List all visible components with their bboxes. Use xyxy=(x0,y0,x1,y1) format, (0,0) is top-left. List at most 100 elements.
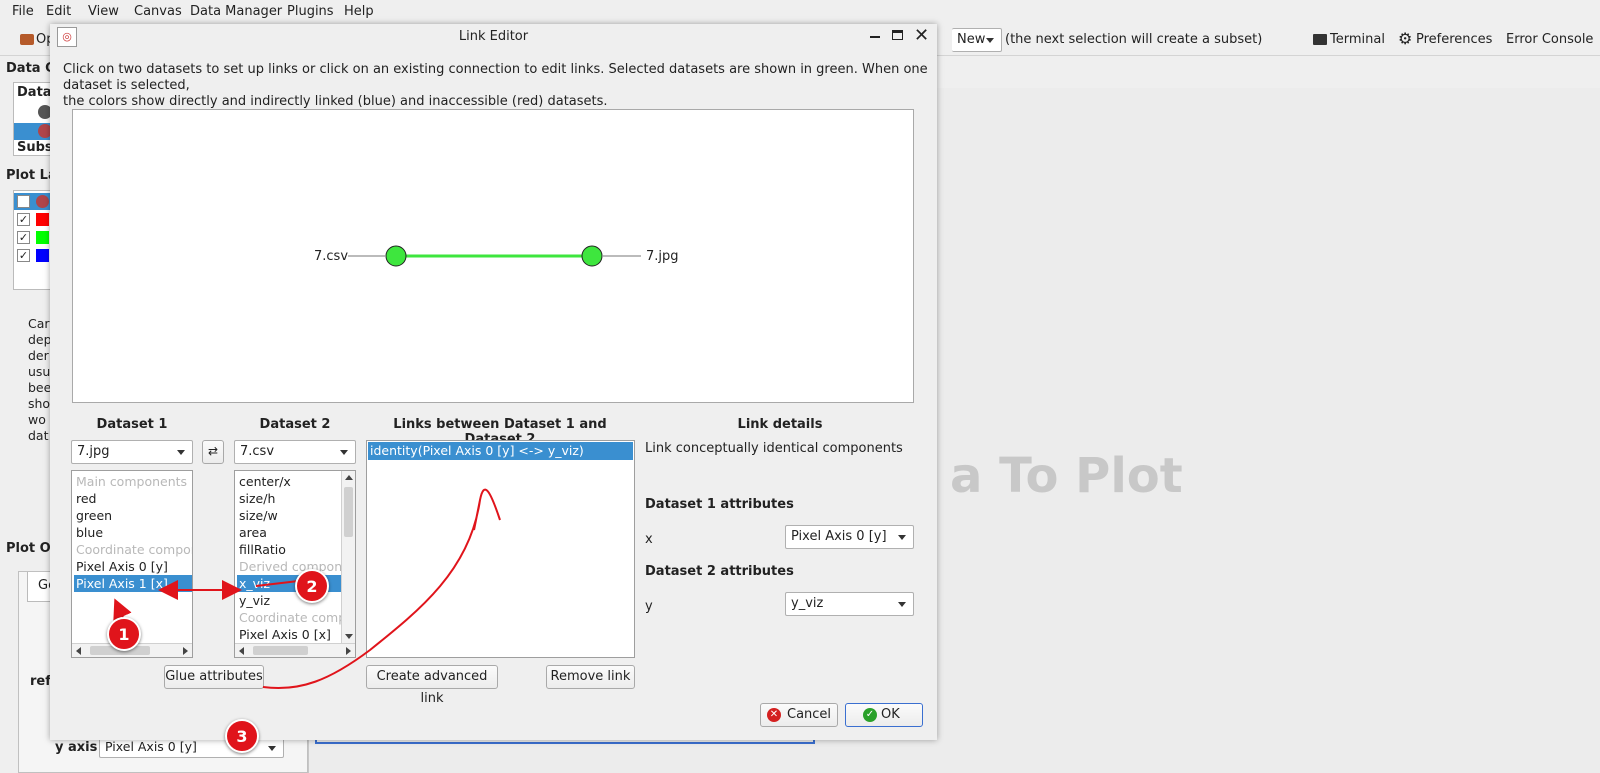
graph-node-jpg xyxy=(581,245,603,267)
layer-checkbox[interactable]: ✓ xyxy=(17,231,30,244)
dataset2-combo-value: 7.csv xyxy=(240,444,275,459)
scroll-thumb[interactable] xyxy=(253,646,308,655)
link-details-header: Link details xyxy=(737,417,823,432)
dataset1-attributes-header: Dataset 1 attributes xyxy=(645,497,794,512)
error-console-button[interactable]: Error Console xyxy=(1506,32,1593,47)
dialog-title: Link Editor xyxy=(458,29,529,44)
list-item[interactable]: fillRatio xyxy=(237,541,341,558)
app-logo-icon: ◎ xyxy=(57,27,77,47)
link-description: Link conceptually identical components xyxy=(645,441,903,456)
ok-check-icon: ✓ xyxy=(863,708,877,722)
list-item-selected[interactable]: Pixel Axis 1 [x] xyxy=(74,575,192,592)
menu-plugins[interactable]: Plugins xyxy=(287,4,334,19)
list-item[interactable]: Pixel Axis 0 [x] xyxy=(237,626,341,643)
list-item[interactable]: size/w xyxy=(237,507,341,524)
swap-datasets-button[interactable]: ⇄ xyxy=(202,440,224,464)
dataset2-attribute-combo[interactable]: y_viz xyxy=(785,592,914,616)
scroll-left-icon[interactable] xyxy=(239,647,244,655)
preferences-button[interactable]: Preferences xyxy=(1416,32,1492,47)
ref-label: ref xyxy=(30,674,51,689)
graph-canvas xyxy=(348,245,641,267)
y-axis-value: Pixel Axis 0 [y] xyxy=(105,739,197,754)
layer-color-icon xyxy=(36,231,49,244)
list-item[interactable]: area xyxy=(237,524,341,541)
dataset1-attribute-name: x xyxy=(645,532,653,547)
layer-checkbox[interactable]: ✓ xyxy=(17,213,30,226)
y-axis-label: y axis xyxy=(55,740,98,755)
menu-help[interactable]: Help xyxy=(344,4,374,19)
list-item[interactable]: Pixel Axis 0 [y] xyxy=(74,558,192,575)
maximize-icon[interactable] xyxy=(892,30,903,40)
selection-mode-value: New xyxy=(957,32,986,47)
dataset-graph[interactable]: 7.csv 7.jpg xyxy=(72,109,914,403)
layer-checkbox[interactable] xyxy=(17,195,30,208)
layer-color-icon xyxy=(36,195,49,208)
plot-layers-list: ✓ ✓ ✓ xyxy=(13,190,54,290)
selection-mode-hint: (the next selection will create a subset… xyxy=(1005,32,1263,47)
dataset2-combo[interactable]: 7.csv xyxy=(234,440,356,464)
chevron-down-icon xyxy=(340,450,348,455)
close-icon[interactable]: ✕ xyxy=(914,25,929,47)
scroll-up-icon[interactable] xyxy=(345,475,353,480)
dialog-titlebar: Link Editor xyxy=(50,24,937,50)
ok-label: OK xyxy=(881,707,900,722)
graph-label-right: 7.jpg xyxy=(646,249,679,264)
selection-mode-combo[interactable]: New xyxy=(952,28,1002,52)
dataset1-attribute-value: Pixel Axis 0 [y] xyxy=(791,529,887,544)
list-item[interactable]: blue xyxy=(74,524,192,541)
chevron-down-icon xyxy=(177,450,185,455)
scroll-down-icon[interactable] xyxy=(345,634,353,639)
links-list[interactable]: identity(Pixel Axis 0 [y] <-> y_viz) xyxy=(366,440,635,658)
list-item[interactable]: red xyxy=(74,490,192,507)
gear-icon: ⚙ xyxy=(1398,29,1413,48)
menu-canvas[interactable]: Canvas xyxy=(134,4,182,19)
layer-checkbox[interactable]: ✓ xyxy=(17,249,30,262)
list-item[interactable]: green xyxy=(74,507,192,524)
dataset1-attribute-combo[interactable]: Pixel Axis 0 [y] xyxy=(785,525,914,549)
terminal-button[interactable]: Terminal xyxy=(1330,32,1385,47)
data-collection-list: Data Subse xyxy=(13,82,61,156)
annotation-badge-2: 2 xyxy=(295,569,329,603)
list-item[interactable]: center/x xyxy=(237,473,341,490)
list-item: Derived compone xyxy=(239,559,350,574)
dataset2-attributes-header: Dataset 2 attributes xyxy=(645,564,794,579)
dataset1-combo[interactable]: 7.jpg xyxy=(71,440,193,464)
layer-help-text: Car dep der usu bee sho wo dat xyxy=(28,316,52,443)
cancel-icon: ✕ xyxy=(767,708,781,722)
menu-view[interactable]: View xyxy=(88,4,119,19)
chevron-down-icon xyxy=(268,746,276,751)
layer-color-icon xyxy=(36,213,49,226)
vertical-scrollbar[interactable] xyxy=(341,471,355,643)
annotation-badge-3: 3 xyxy=(225,719,259,753)
dataset1-combo-value: 7.jpg xyxy=(77,444,110,459)
menu-data-manager[interactable]: Data Manager xyxy=(190,4,282,19)
glue-attributes-button[interactable]: Glue attributes xyxy=(164,665,264,689)
link-item-selected[interactable]: identity(Pixel Axis 0 [y] <-> y_viz) xyxy=(368,442,633,460)
dataset2-attribute-name: y xyxy=(645,599,653,614)
folder-icon xyxy=(20,34,34,45)
cancel-label: Cancel xyxy=(787,707,832,722)
scroll-left-icon[interactable] xyxy=(76,647,81,655)
annotation-badge-1: 1 xyxy=(107,617,141,651)
dataset2-attribute-list[interactable]: center/x size/h size/w area fillRatio De… xyxy=(234,470,356,658)
scroll-thumb[interactable] xyxy=(344,487,353,537)
graph-label-left: 7.csv xyxy=(314,249,349,264)
list-item[interactable]: size/h xyxy=(237,490,341,507)
ok-button[interactable]: ✓ OK xyxy=(845,703,923,727)
menu-edit[interactable]: Edit xyxy=(46,4,71,19)
minimize-icon[interactable] xyxy=(870,36,880,38)
scroll-right-icon[interactable] xyxy=(346,647,351,655)
chevron-down-icon xyxy=(986,38,994,43)
list-item: Coordinate compo xyxy=(239,610,354,625)
swap-icon: ⇄ xyxy=(207,444,219,458)
dataset2-header: Dataset 2 xyxy=(259,417,331,432)
remove-link-button[interactable]: Remove link xyxy=(546,665,635,689)
data-header: Data xyxy=(17,85,52,100)
horizontal-scrollbar[interactable] xyxy=(235,643,355,657)
list-item: Main components xyxy=(76,474,188,489)
scroll-right-icon[interactable] xyxy=(183,647,188,655)
create-advanced-link-button[interactable]: Create advanced link xyxy=(366,665,498,706)
cancel-button[interactable]: ✕ Cancel xyxy=(760,703,838,727)
menu-file[interactable]: File xyxy=(12,4,34,19)
chevron-down-icon xyxy=(898,602,906,607)
